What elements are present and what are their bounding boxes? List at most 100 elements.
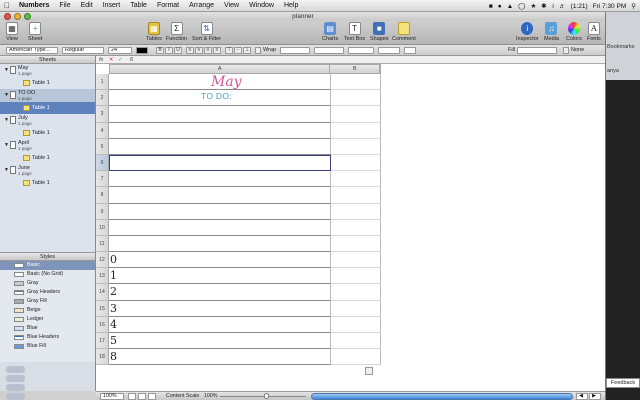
font-style-select[interactable]: Regular	[62, 47, 104, 54]
cell-a4[interactable]	[109, 122, 331, 139]
disclosure-triangle-icon[interactable]: ▼	[4, 117, 9, 123]
row-header[interactable]: 3	[96, 106, 109, 123]
cell-b1[interactable]	[331, 74, 381, 91]
disclosure-triangle-icon[interactable]: ▼	[4, 67, 9, 73]
apple-icon[interactable]: 	[0, 1, 14, 10]
table-resize-handle[interactable]	[365, 367, 373, 375]
row-header[interactable]: 10	[96, 219, 109, 236]
row-header[interactable]: 4	[96, 122, 109, 139]
print-view-button[interactable]	[148, 393, 156, 400]
cell-a12[interactable]: 0	[109, 252, 331, 269]
comment-button[interactable]: Comment	[392, 22, 416, 42]
menu-extra-icon[interactable]: ▲	[507, 3, 513, 10]
close-icon[interactable]	[4, 13, 11, 20]
sheet-view-button[interactable]	[138, 393, 146, 400]
sidebar-button[interactable]	[6, 384, 25, 391]
row-header[interactable]: 12	[96, 252, 109, 269]
sheet-canvas[interactable]: A B 1 May 2 TO DO: 3 4 5 6 7 8 9 10 11 12 0 13 1 14 2 15 3 16…	[96, 64, 605, 391]
cell-b7[interactable]	[331, 171, 381, 188]
fill-select[interactable]	[517, 47, 557, 54]
align-right-button[interactable]: ≡	[204, 47, 212, 54]
row-header[interactable]: 14	[96, 284, 109, 301]
style-item[interactable]: Gray	[0, 279, 95, 288]
cell-a15[interactable]: 3	[109, 300, 331, 317]
disclosure-triangle-icon[interactable]: ▼	[4, 167, 9, 173]
disclosure-triangle-icon[interactable]: ▼	[4, 142, 9, 148]
wifi-icon[interactable]: ≀	[552, 2, 554, 10]
row-header[interactable]: 18	[96, 349, 109, 366]
table-item[interactable]: Table 1	[0, 127, 95, 139]
row-header[interactable]: 1	[96, 74, 109, 91]
style-item[interactable]: Blue Fill	[0, 342, 95, 351]
menu-window[interactable]: Window	[244, 2, 279, 9]
wrap-checkbox[interactable]	[255, 47, 261, 54]
row-header[interactable]: 2	[96, 90, 109, 107]
cell-b16[interactable]	[331, 316, 381, 333]
style-item[interactable]: Blue	[0, 324, 95, 333]
row-header[interactable]: 13	[96, 268, 109, 285]
inspector-button[interactable]: i Inspector	[516, 22, 539, 42]
style-item[interactable]: Ledger	[0, 315, 95, 324]
align-center-button[interactable]: ≡	[195, 47, 203, 54]
formula-cancel-icon[interactable]: ✕	[109, 57, 114, 63]
menu-extra-icon[interactable]: ◯	[518, 2, 525, 10]
menu-extra-icon[interactable]: ★	[530, 2, 536, 10]
sidebar-button[interactable]	[6, 375, 25, 382]
cell-a8[interactable]	[109, 187, 331, 204]
media-button[interactable]: ♫ Media	[544, 22, 559, 42]
align-justify-button[interactable]: ≡	[213, 47, 221, 54]
style-item[interactable]: Beige	[0, 306, 95, 315]
cell-b17[interactable]	[331, 333, 381, 350]
view-button[interactable]: ▦ View	[6, 22, 18, 42]
formula-accept-icon[interactable]: ✓	[118, 57, 123, 63]
sheet-button[interactable]: + Sheet	[28, 22, 42, 42]
sidebar-button[interactable]	[6, 393, 25, 400]
clock[interactable]: Fri 7:30 PM	[593, 3, 627, 10]
row-header[interactable]: 16	[96, 316, 109, 333]
menu-file[interactable]: File	[54, 2, 75, 9]
cell-b2[interactable]	[331, 90, 381, 107]
charts-button[interactable]: ▤ Charts	[322, 22, 338, 42]
cell-b4[interactable]	[331, 122, 381, 139]
tables-button[interactable]: ▦ Tables	[146, 22, 162, 42]
fonts-button[interactable]: A Fonts	[587, 22, 601, 42]
volume-icon[interactable]: ♬	[559, 3, 566, 10]
feedback-button[interactable]: Feedback	[606, 378, 640, 388]
cell-b8[interactable]	[331, 187, 381, 204]
zoom-select[interactable]: 100%	[100, 393, 124, 400]
cell-b6[interactable]	[331, 154, 381, 172]
cell-b12[interactable]	[331, 252, 381, 269]
italic-button[interactable]: I	[165, 47, 173, 54]
bluetooth-icon[interactable]: ✱	[541, 2, 546, 10]
disclosure-triangle-icon[interactable]: ▼	[4, 92, 9, 98]
table-item[interactable]: Table 1	[0, 152, 95, 164]
cell-b14[interactable]	[331, 284, 381, 301]
cell-b15[interactable]	[331, 300, 381, 317]
scroll-right-button[interactable]: ▶	[589, 393, 601, 400]
horizontal-scrollbar[interactable]	[311, 393, 573, 400]
function-button[interactable]: Σ Function	[166, 22, 187, 42]
cell-a11[interactable]	[109, 235, 331, 253]
style-item[interactable]: Gray Headers	[0, 288, 95, 297]
sheet-item[interactable]: ▼ May 1 page	[0, 64, 95, 77]
row-header[interactable]: 7	[96, 171, 109, 188]
cell-a16[interactable]: 4	[109, 316, 331, 333]
border-select[interactable]	[314, 47, 344, 54]
style-item[interactable]: Gray Fill	[0, 297, 95, 306]
sheet-item[interactable]: ▼ June 1 page	[0, 164, 95, 177]
menu-app-name[interactable]: Numbers	[14, 2, 54, 9]
menu-view[interactable]: View	[219, 2, 244, 9]
menu-table[interactable]: Table	[125, 2, 152, 9]
sheet-item[interactable]: ▼ TO DO 1 page	[0, 89, 95, 102]
row-header[interactable]: 17	[96, 333, 109, 350]
sheet-item[interactable]: ▼ April 1 page	[0, 139, 95, 152]
cell-a13[interactable]: 1	[109, 268, 331, 285]
cell-a3[interactable]	[109, 106, 331, 123]
style-item[interactable]: Basic	[0, 261, 95, 270]
menu-help[interactable]: Help	[279, 2, 303, 9]
cell-b13[interactable]	[331, 268, 381, 285]
cell-b5[interactable]	[331, 138, 381, 155]
window-titlebar[interactable]: planner	[0, 12, 605, 21]
text-color-well[interactable]	[136, 47, 148, 54]
sheet-item[interactable]: ▼ July 1 page	[0, 114, 95, 127]
